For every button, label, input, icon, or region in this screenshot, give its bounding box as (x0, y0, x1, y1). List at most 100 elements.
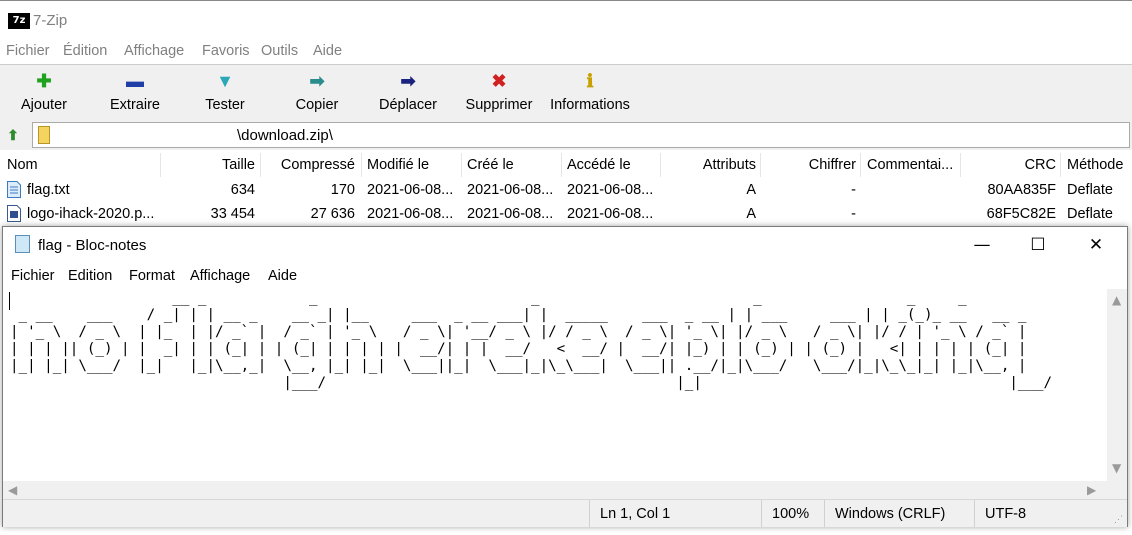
col-taille[interactable]: Taille (160, 157, 255, 173)
delete-label: Supprimer (465, 97, 533, 113)
col-modifie[interactable]: Modifié le (367, 157, 429, 173)
col-cree[interactable]: Créé le (467, 157, 514, 173)
cell-size: 33 454 (210, 206, 255, 222)
add-icon: ✚ (36, 71, 52, 91)
copy-icon: ➡ (309, 71, 325, 91)
info-label: Informations (550, 97, 630, 113)
col-compresse[interactable]: Compressé (260, 157, 355, 173)
status-zoom: 100% (772, 506, 810, 522)
scrollbar-corner (1107, 481, 1127, 499)
cell-method: Deflate (1067, 206, 1113, 222)
horizontal-scrollbar[interactable]: ◀ ▶ (3, 481, 1107, 499)
vertical-scrollbar[interactable]: ▲ ▼ (1107, 289, 1127, 481)
menu-aide[interactable]: Aide (268, 268, 297, 284)
col-crc[interactable]: CRC (960, 157, 1056, 173)
menu-outils[interactable]: Outils (261, 43, 298, 59)
window-title: flag - Bloc-notes (38, 237, 147, 254)
cell-accessed: 2021-06-08... (567, 182, 654, 198)
menu-favoris[interactable]: Favoris (202, 43, 250, 59)
info-icon: ℹ (586, 71, 594, 91)
cell-size: 634 (230, 182, 255, 198)
cell-name: flag.txt (27, 182, 70, 198)
status-encoding: UTF-8 (985, 506, 1027, 522)
test-icon: ▼ (216, 71, 234, 91)
menu-aide[interactable]: Aide (313, 43, 342, 59)
col-chiffrer[interactable]: Chiffrer (760, 157, 856, 173)
delete-icon: ✖ (491, 71, 507, 91)
notepad-menubar: Fichier Edition Format Affichage Aide (3, 263, 1127, 289)
test-label: Tester (205, 97, 245, 113)
window-title: 7-Zip (33, 12, 68, 29)
table-row[interactable]: flag.txt 634 170 2021-06-08... 2021-06-0… (0, 178, 1132, 202)
maximize-icon[interactable]: ☐ (1009, 227, 1067, 263)
delete-button[interactable]: ✖ Supprimer (460, 65, 538, 121)
cell-modified: 2021-06-08... (367, 206, 454, 222)
menu-affichage[interactable]: Affichage (124, 43, 184, 59)
address-field[interactable]: \download.zip\ (32, 122, 1130, 148)
scroll-down-icon[interactable]: ▼ (1112, 461, 1121, 475)
file-list-header: Nom Taille Compressé Modifié le Créé le … (0, 153, 1132, 177)
extract-button[interactable]: ▬ Extraire (100, 65, 170, 121)
notepad-titlebar: flag - Bloc-notes — ☐ ✕ (3, 227, 1127, 263)
add-label: Ajouter (21, 97, 67, 113)
folder-up-icon[interactable]: ⬆ (3, 125, 23, 145)
cell-attributes: A (746, 206, 756, 222)
7zip-toolbar: ✚ Ajouter ▬ Extraire ▼ Tester ➡ Copier ➡… (0, 64, 1132, 122)
7zip-menubar: Fichier Édition Affichage Favoris Outils… (0, 40, 1132, 64)
copy-label: Copier (295, 97, 339, 113)
menu-affichage[interactable]: Affichage (190, 268, 250, 284)
cell-attributes: A (746, 182, 756, 198)
menu-edition[interactable]: Edition (68, 268, 112, 284)
cell-method: Deflate (1067, 182, 1113, 198)
test-button[interactable]: ▼ Tester (192, 65, 258, 121)
move-icon: ➡ (400, 71, 416, 91)
notepad-icon (15, 235, 30, 253)
resize-grip-icon[interactable]: ⋰ (1114, 514, 1124, 524)
text-file-icon (7, 181, 21, 198)
menu-fichier[interactable]: Fichier (6, 43, 50, 59)
7zip-titlebar: 7z 7-Zip (0, 0, 1132, 41)
col-nom[interactable]: Nom (7, 157, 38, 173)
7zip-logo-icon: 7z (8, 13, 30, 29)
cell-crc: 80AA835F (987, 182, 1056, 198)
cell-name: logo-ihack-2020.p... (27, 206, 155, 222)
close-icon[interactable]: ✕ (1067, 227, 1125, 263)
col-methode[interactable]: Méthode (1067, 157, 1123, 173)
move-button[interactable]: ➡ Déplacer (370, 65, 446, 121)
scroll-up-icon[interactable]: ▲ (1112, 293, 1121, 307)
copy-button[interactable]: ➡ Copier (284, 65, 350, 121)
cell-encrypted: - (851, 206, 856, 222)
cell-crc: 68F5C82E (986, 206, 1056, 222)
cell-modified: 2021-06-08... (367, 182, 454, 198)
info-button[interactable]: ℹ Informations (546, 65, 634, 121)
image-file-icon (7, 205, 21, 222)
address-path: \download.zip\ (237, 127, 333, 144)
move-label: Déplacer (378, 97, 438, 113)
menu-format[interactable]: Format (129, 268, 175, 284)
table-row[interactable]: logo-ihack-2020.p... 33 454 27 636 2021-… (0, 202, 1132, 226)
zip-archive-icon (38, 126, 50, 144)
scroll-right-icon[interactable]: ▶ (1087, 483, 1096, 497)
cell-packed: 170 (330, 182, 355, 198)
address-bar: ⬆ \download.zip\ (0, 120, 1132, 150)
status-position: Ln 1, Col 1 (600, 506, 671, 522)
col-accede[interactable]: Accédé le (567, 157, 631, 173)
cell-created: 2021-06-08... (467, 206, 554, 222)
notepad-window: flag - Bloc-notes — ☐ ✕ Fichier Edition … (2, 226, 1128, 527)
add-button[interactable]: ✚ Ajouter (8, 65, 80, 121)
col-attributs[interactable]: Attributs (660, 157, 756, 173)
extract-label: Extraire (110, 97, 160, 113)
cell-encrypted: - (851, 182, 856, 198)
extract-icon: ▬ (126, 71, 144, 91)
cell-accessed: 2021-06-08... (567, 206, 654, 222)
text-editor[interactable]: __ _ _ _ _ _ _ _ __ ___ / _| | | __ _ __… (3, 289, 1107, 499)
status-line-ending: Windows (CRLF) (835, 506, 946, 522)
ascii-art-text: __ _ _ _ _ _ _ _ __ ___ / _| | | __ _ __… (10, 290, 1053, 391)
menu-fichier[interactable]: Fichier (11, 268, 55, 284)
minimize-icon[interactable]: — (953, 227, 1011, 263)
col-commentaire[interactable]: Commentai... (867, 157, 953, 173)
cell-packed: 27 636 (310, 206, 355, 222)
cell-created: 2021-06-08... (467, 182, 554, 198)
menu-edition[interactable]: Édition (63, 43, 107, 59)
scroll-left-icon[interactable]: ◀ (8, 483, 17, 497)
